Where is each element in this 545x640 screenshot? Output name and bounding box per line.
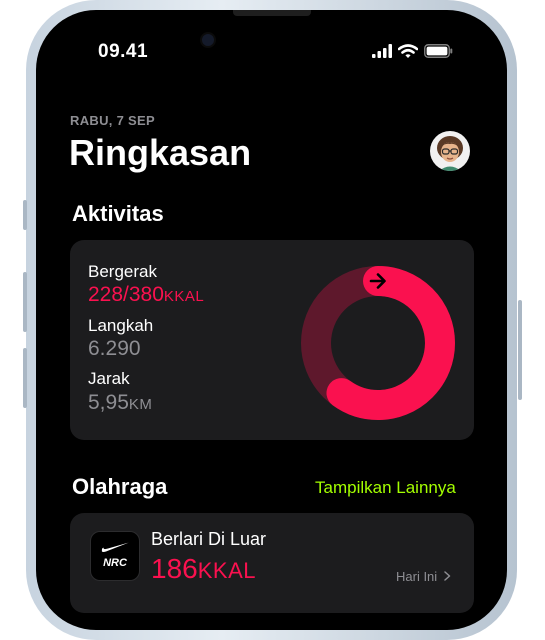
status-icons (372, 43, 453, 59)
cellular-signal-icon (372, 44, 392, 58)
distance-value-unit: KM (128, 396, 153, 413)
page-title: Ringkasan (69, 132, 252, 173)
activity-card[interactable]: Bergerak 228/380KKAL Langkah 6.290 Jarak… (70, 240, 474, 440)
move-label: Bergerak (88, 262, 157, 281)
steps-label: Langkah (88, 316, 154, 335)
workout-calories-number: 186 (151, 553, 198, 584)
power-button (518, 300, 522, 400)
volume-up-button (23, 272, 27, 332)
workout-date-label: Hari Ini (396, 569, 438, 584)
steps-value: 6.290 (88, 337, 141, 360)
nrc-logo-text: NRC (103, 557, 127, 569)
distance-value-number: 5,95 (88, 391, 129, 414)
earpiece (233, 10, 311, 16)
nike-run-club-icon: NRC (90, 531, 140, 581)
action-button (23, 200, 27, 230)
battery-icon (424, 44, 453, 58)
distance-label: Jarak (88, 369, 130, 388)
nike-swoosh-icon (101, 542, 129, 552)
move-value-unit: KKAL (163, 288, 205, 305)
distance-value: 5,95KM (88, 391, 152, 415)
workout-date: Hari Ini (396, 569, 451, 584)
profile-avatar[interactable] (430, 131, 470, 171)
activity-section-title: Aktivitas (72, 201, 164, 226)
move-value-number: 228/380 (88, 283, 164, 306)
workout-name: Berlari Di Luar (151, 529, 267, 549)
front-camera (200, 32, 216, 48)
phone-screen: 09.41 RABU, 7 SEP Ringkasan Aktivitas Be… (36, 10, 507, 630)
move-value: 228/380KKAL (88, 283, 204, 307)
volume-down-button (23, 348, 27, 408)
workouts-section-title: Olahraga (72, 474, 168, 499)
status-time: 09.41 (98, 41, 149, 62)
summary-date: RABU, 7 SEP (70, 113, 155, 128)
workout-calories: 186KKAL (151, 553, 256, 585)
workout-card[interactable]: NRC Berlari Di Luar 186KKAL Hari Ini (70, 513, 474, 613)
workout-calories-unit: KKAL (197, 558, 256, 583)
chevron-right-icon (444, 571, 451, 581)
wifi-icon (398, 43, 418, 58)
show-more-link[interactable]: Tampilkan Lainnya (315, 478, 456, 498)
memoji-avatar-icon (437, 136, 463, 171)
move-ring (301, 266, 455, 420)
